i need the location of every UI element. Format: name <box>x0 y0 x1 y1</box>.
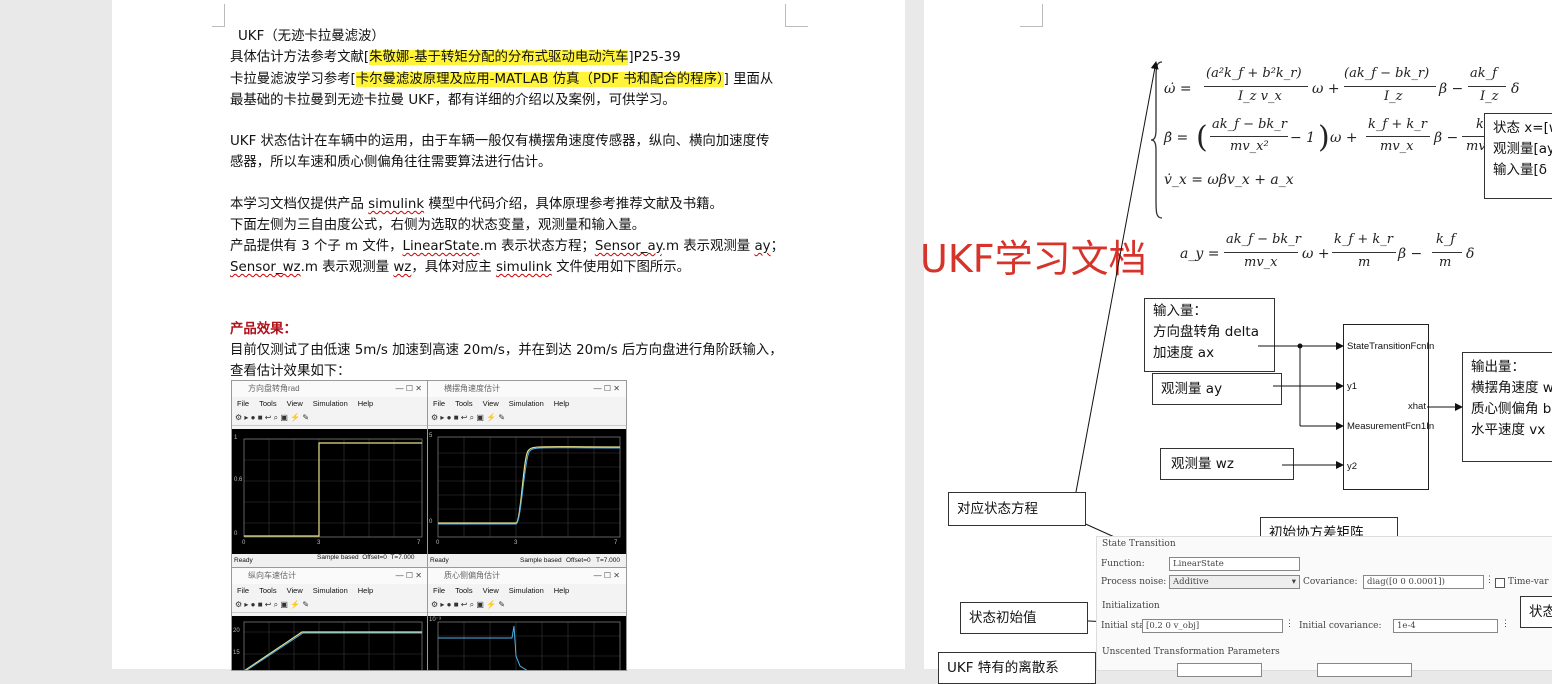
right-document-page: ω̇ = (a²k_f + b²k_r) I_z v_x ω + (ak_f −… <box>920 0 1552 684</box>
scope-window-sideslip[interactable]: 质心侧偏角估计 — ☐ ✕ File Tools View Simulation Help… <box>427 567 627 671</box>
doc-line-9: 产品提供有 3 个子 m 文件，LinearState.m 表示状态方程；Sen… <box>230 239 784 254</box>
doc-line-8: 下面左侧为三自由度公式，右侧为选取的状态变量，观测量和输入量。 <box>230 218 646 233</box>
doc-line-6: 感器，所以车速和质心侧偏角往往需要算法进行估计。 <box>230 155 552 170</box>
time-varying-label: Time-var <box>1508 577 1549 587</box>
scope-window-yaw-rate[interactable]: 横摆角速度估计 — ☐ ✕ File Tools View Simulation Help… <box>427 380 627 568</box>
scope-plot: 5 0 0 3 7 <box>428 429 626 554</box>
more-options-icon[interactable]: ⋮ <box>1501 619 1510 629</box>
initial-covariance-label: Initial covariance: <box>1299 621 1382 631</box>
doc-line-13: 查看估计效果如下： <box>230 364 351 379</box>
block-parameters-dialog: State Transition Function: LinearState P… <box>1096 536 1552 677</box>
doc-line-3: 卡拉曼滤波学习参考[卡尔曼滤波原理及应用-MATLAB 仿真（PDF 书和配合的… <box>230 72 774 87</box>
scope-title: 质心侧偏角估计 — ☐ ✕ <box>428 568 626 584</box>
doc-line-7: 本学习文档仅提供产品 simulink 模型中代码介绍，具体原理参考推荐文献及书… <box>230 197 723 212</box>
scope-menu[interactable]: File Tools View Simulation Help <box>428 397 626 411</box>
initial-covariance-field[interactable]: 1e-4 <box>1393 619 1498 633</box>
covariance-label: Covariance: <box>1303 577 1358 587</box>
more-options-icon[interactable]: ⋮ <box>1485 575 1494 585</box>
doc-line-12: 目前仅测试了由低速 5m/s 加速到高速 20m/s，并在到达 20m/s 后方… <box>230 343 783 358</box>
scope-toolbar[interactable]: ⚙ ▸ ● ■ ↩ ⌕ ▣ ⚡ ✎ <box>232 598 428 613</box>
annotation-ukf-discrete: UKF 特有的离散系 <box>938 652 1096 684</box>
annotation-initial-state: 状态初始值 <box>960 602 1088 634</box>
scope-menu[interactable]: File Tools View Simulation Help <box>428 584 626 598</box>
scope-title: 横摆角速度估计 — ☐ ✕ <box>428 381 626 397</box>
more-options-icon[interactable]: ⋮ <box>1285 619 1294 629</box>
initial-state-field[interactable]: [0.2 0 v_obj] <box>1142 619 1283 633</box>
unscented-param-field[interactable] <box>1177 663 1262 677</box>
doc-line-5: UKF 状态估计在车辆中的运用，由于车辆一般仅有横摆角速度传感器，纵向、横向加速… <box>230 134 770 149</box>
scope-status-bar-left-extra: Sample based Offset=0 T=7.000 <box>317 554 415 561</box>
covariance-field[interactable]: diag([0 0 0.0001]) <box>1363 575 1484 589</box>
scope-title: 纵向车速估计 — ☐ ✕ <box>232 568 428 584</box>
annotation-state-right: 状态 <box>1520 596 1552 628</box>
scope-title: 方向盘转角rad — ☐ ✕ <box>232 381 428 397</box>
highlighted-reference: 朱敬娜-基于转矩分配的分布式驱动电动汽车 <box>369 50 629 65</box>
doc-line-1: UKF（无迹卡拉曼滤波） <box>238 29 385 44</box>
chevron-down-icon: ▾ <box>1291 577 1296 587</box>
left-document-page: UKF（无迹卡拉曼滤波） 具体估计方法参考文献[朱敬娜-基于转矩分配的分布式驱动… <box>112 0 905 671</box>
scope-toolbar[interactable]: ⚙ ▸ ● ■ ↩ ⌕ ▣ ⚡ ✎ <box>428 598 626 613</box>
function-label: Function: <box>1101 559 1145 569</box>
scope-status-bar: Ready Sample based Offset=0 T=7.000 <box>428 554 626 567</box>
scope-menu[interactable]: File Tools View Simulation Help <box>232 584 428 598</box>
crop-mark-top-right <box>785 4 808 27</box>
unscented-param-field[interactable] <box>1317 663 1412 677</box>
scope-toolbar[interactable]: ⚙ ▸ ● ■ ↩ ⌕ ▣ ⚡ ✎ <box>232 411 428 426</box>
annotation-state-equation: 对应状态方程 <box>948 492 1086 526</box>
scope-plot: 20 15 10 <box>232 616 428 670</box>
doc-line-10: Sensor_wz.m 表示观测量 wz，具体对应主 simulink 文件使用… <box>230 260 691 275</box>
crop-mark-top-left <box>212 4 225 27</box>
section-heading-product-effect: 产品效果： <box>230 322 297 337</box>
dialog-section-unscented: Unscented Transformation Parameters <box>1102 647 1280 657</box>
scope-window-steering[interactable]: 方向盘转角rad — ☐ ✕ File Tools View Simulation Hel… <box>231 380 429 568</box>
process-noise-select[interactable]: Additive ▾ <box>1169 575 1300 589</box>
scope-menu[interactable]: File Tools View Simulation Help <box>232 397 428 411</box>
process-noise-label: Process noise: <box>1101 577 1167 587</box>
dialog-section-initialization: Initialization <box>1102 601 1160 611</box>
scope-toolbar[interactable]: ⚙ ▸ ● ■ ↩ ⌕ ▣ ⚡ ✎ <box>428 411 626 426</box>
highlighted-reference: 卡尔曼滤波原理及应用-MATLAB 仿真（PDF 书和配合的程序） <box>355 72 724 87</box>
doc-line-2: 具体估计方法参考文献[朱敬娜-基于转矩分配的分布式驱动电动汽车]P25-39 <box>230 50 681 65</box>
scope-plot: 10⁻³ <box>428 616 626 670</box>
function-field[interactable]: LinearState <box>1169 557 1300 571</box>
scope-plot: 1 0.6 0 0 3 7 <box>232 429 428 554</box>
doc-line-4: 最基础的卡拉曼到无迹卡拉曼 UKF，都有详细的介绍以及案例，可供学习。 <box>230 93 676 108</box>
time-varying-checkbox[interactable] <box>1495 578 1505 588</box>
scope-window-longitudinal-speed[interactable]: 纵向车速估计 — ☐ ✕ File Tools View Simulation Help … <box>231 567 429 671</box>
dialog-section-state-transition: State Transition <box>1102 539 1176 549</box>
